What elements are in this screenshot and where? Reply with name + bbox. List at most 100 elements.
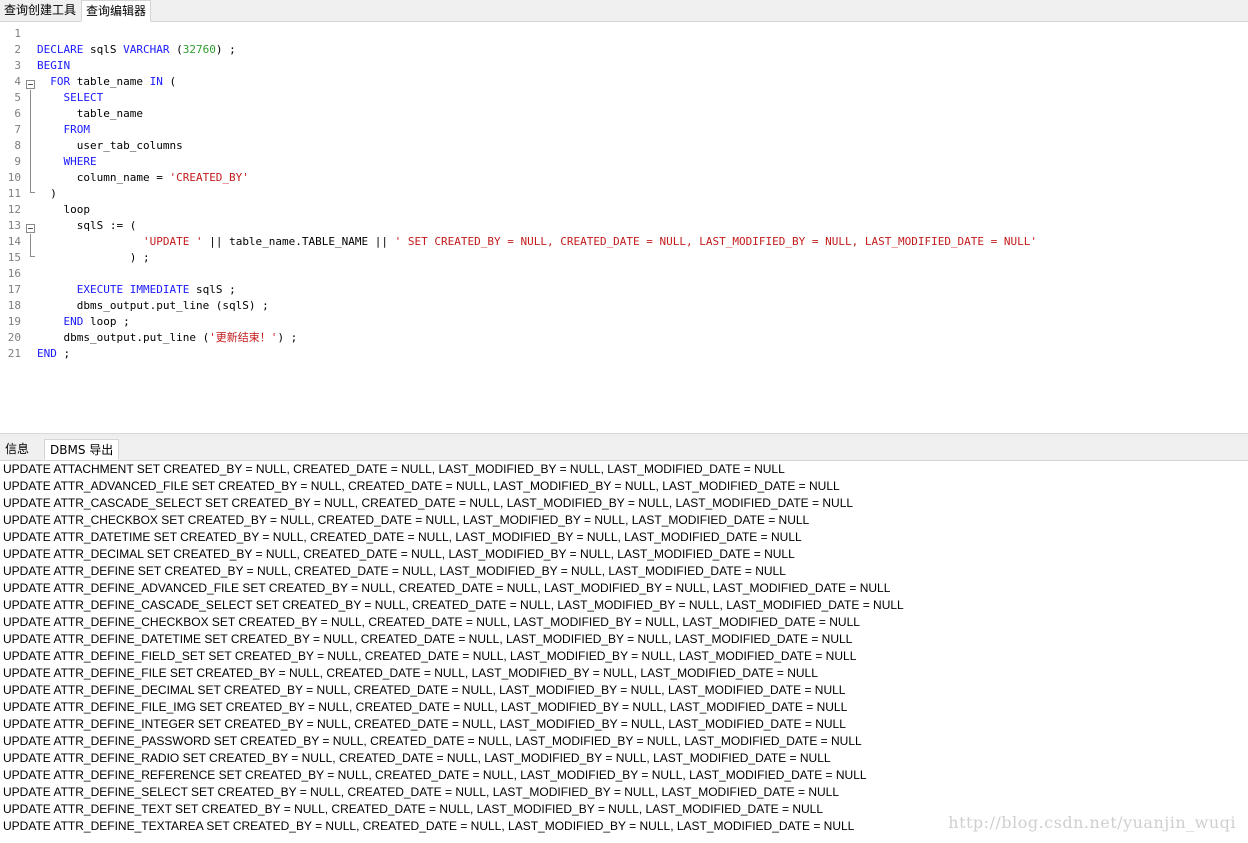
code-text: BEGIN — [37, 58, 70, 74]
sql-string: 'CREATED_BY' — [169, 171, 249, 184]
line-number: 7 — [14, 123, 21, 136]
code-text: ) ; — [37, 250, 150, 266]
dbms-output-panel[interactable]: UPDATE ATTACHMENT SET CREATED_BY = NULL,… — [0, 461, 1248, 843]
output-line: UPDATE ATTR_DEFINE_INTEGER SET CREATED_B… — [3, 717, 846, 731]
tab-info[interactable]: 信息 — [0, 439, 34, 460]
output-line: UPDATE ATTR_DEFINE_ADVANCED_FILE SET CRE… — [3, 581, 891, 595]
code-text: END loop ; — [37, 314, 130, 330]
fold-toggle-icon[interactable] — [26, 224, 35, 233]
output-line: UPDATE ATTR_DEFINE_FILE SET CREATED_BY =… — [3, 666, 818, 680]
line-number: 12 — [7, 203, 21, 216]
output-line: UPDATE ATTR_CHECKBOX SET CREATED_BY = NU… — [3, 513, 810, 527]
line-number: 18 — [7, 299, 21, 312]
sql-keyword: DECLARE — [37, 43, 84, 56]
code-text: dbms_output.put_line ('更新结束！') ; — [37, 330, 297, 346]
fold-guide-line — [30, 90, 31, 192]
code-text: 'UPDATE ' || table_name.TABLE_NAME || ' … — [37, 234, 1037, 250]
output-line: UPDATE ATTR_DEFINE_PASSWORD SET CREATED_… — [3, 734, 862, 748]
sql-keyword: FROM — [63, 123, 91, 136]
sql-text: ( — [169, 43, 183, 56]
line-number: 17 — [7, 283, 21, 296]
code-line: 15 ) ; — [0, 250, 1248, 266]
code-text: SELECT — [37, 90, 104, 106]
output-line: UPDATE ATTR_DEFINE_CHECKBOX SET CREATED_… — [3, 615, 860, 629]
tab-query-editor[interactable]: 查询编辑器 — [81, 0, 152, 22]
result-tab-bar: 信息 DBMS 导出 — [0, 437, 1248, 461]
sql-text: sqlS — [83, 43, 124, 56]
line-number: 3 — [14, 59, 21, 72]
code-line: 19 END loop ; — [0, 314, 1248, 330]
sql-text: loop ; — [83, 315, 130, 328]
code-text: FROM — [37, 122, 91, 138]
sql-text: sqlS := ( — [37, 219, 137, 232]
code-line: 2 DECLARE sqlS VARCHAR (32760) ; — [0, 42, 1248, 58]
output-line: UPDATE ATTR_DECIMAL SET CREATED_BY = NUL… — [3, 547, 795, 561]
line-number: 10 — [7, 171, 21, 184]
fold-toggle-icon[interactable] — [26, 80, 35, 89]
code-text: sqlS := ( — [37, 218, 137, 234]
sql-keyword: SELECT — [63, 91, 104, 104]
line-number: 5 — [14, 91, 21, 104]
output-lines: UPDATE ATTACHMENT SET CREATED_BY = NULL,… — [0, 461, 1248, 835]
sql-keyword: IN — [149, 75, 163, 88]
line-number: 20 — [7, 331, 21, 344]
fold-guide-end — [30, 192, 35, 193]
code-text: loop — [37, 202, 90, 218]
watermark: http://blog.csdn.net/yuanjin_wuqi — [948, 813, 1236, 832]
output-line: UPDATE ATTR_DEFINE_CASCADE_SELECT SET CR… — [3, 598, 904, 612]
line-number: 9 — [14, 155, 21, 168]
sql-code-editor[interactable]: 1 2 DECLARE sqlS VARCHAR (32760) ; 3 BEGIN 4 … — [0, 22, 1248, 433]
code-line: 5 SELECT — [0, 90, 1248, 106]
output-line: UPDATE ATTR_DEFINE SET CREATED_BY = NULL… — [3, 564, 786, 578]
code-text: table_name — [37, 106, 143, 122]
sql-string: 'UPDATE ' — [142, 235, 203, 248]
line-number: 6 — [14, 107, 21, 120]
line-number: 13 — [7, 219, 21, 232]
output-line: UPDATE ATTR_DEFINE_RADIO SET CREATED_BY … — [3, 751, 831, 765]
sql-keyword: EXECUTE IMMEDIATE — [76, 283, 190, 296]
sql-keyword: END — [63, 315, 84, 328]
sql-text: || table_name.TABLE_NAME || — [202, 235, 395, 248]
code-line: 11 ) — [0, 186, 1248, 202]
sql-text: ) ; — [215, 43, 236, 56]
code-line: 17 EXECUTE IMMEDIATE sqlS ; — [0, 282, 1248, 298]
line-number: 14 — [7, 235, 21, 248]
code-text: FOR table_name IN ( — [37, 74, 176, 90]
code-line: 4 FOR table_name IN ( — [0, 74, 1248, 90]
code-line: 8 user_tab_columns — [0, 138, 1248, 154]
code-line: 12 loop — [0, 202, 1248, 218]
editor-tab-bar: 查询创建工具 查询编辑器 — [0, 0, 1248, 22]
tab-query-builder[interactable]: 查询创建工具 — [0, 0, 80, 20]
output-line: UPDATE ATTR_DEFINE_FIELD_SET SET CREATED… — [3, 649, 857, 663]
code-text: user_tab_columns — [37, 138, 183, 154]
sql-keyword: FOR — [50, 75, 71, 88]
code-text: column_name = 'CREATED_BY' — [37, 170, 249, 186]
fold-guide-end — [30, 256, 35, 257]
sql-string: ' SET CREATED_BY = NULL, CREATED_DATE = … — [394, 235, 1038, 248]
sql-text: ; — [56, 347, 71, 360]
line-number: 2 — [14, 43, 21, 56]
tab-dbms-output[interactable]: DBMS 导出 — [44, 439, 120, 460]
output-line: UPDATE ATTR_DEFINE_SELECT SET CREATED_BY… — [3, 785, 840, 799]
line-number: 8 — [14, 139, 21, 152]
code-line: 18 dbms_output.put_line (sqlS) ; — [0, 298, 1248, 314]
sql-keyword: END — [37, 347, 57, 360]
sql-text: ( — [162, 75, 177, 88]
line-number: 19 — [7, 315, 21, 328]
sql-text: loop — [37, 203, 90, 216]
sql-keyword: VARCHAR — [123, 43, 170, 56]
code-line: 21 END ; — [0, 346, 1248, 362]
code-text: ) — [37, 186, 57, 202]
sql-text: dbms_output.put_line ( — [37, 331, 210, 344]
output-line: UPDATE ATTR_DEFINE_DECIMAL SET CREATED_B… — [3, 683, 846, 697]
sql-text: column_name = — [37, 171, 170, 184]
sql-text: ) ; — [37, 251, 150, 264]
output-line: UPDATE ATTR_DEFINE_REFERENCE SET CREATED… — [3, 768, 867, 782]
sql-text: table_name — [70, 75, 150, 88]
